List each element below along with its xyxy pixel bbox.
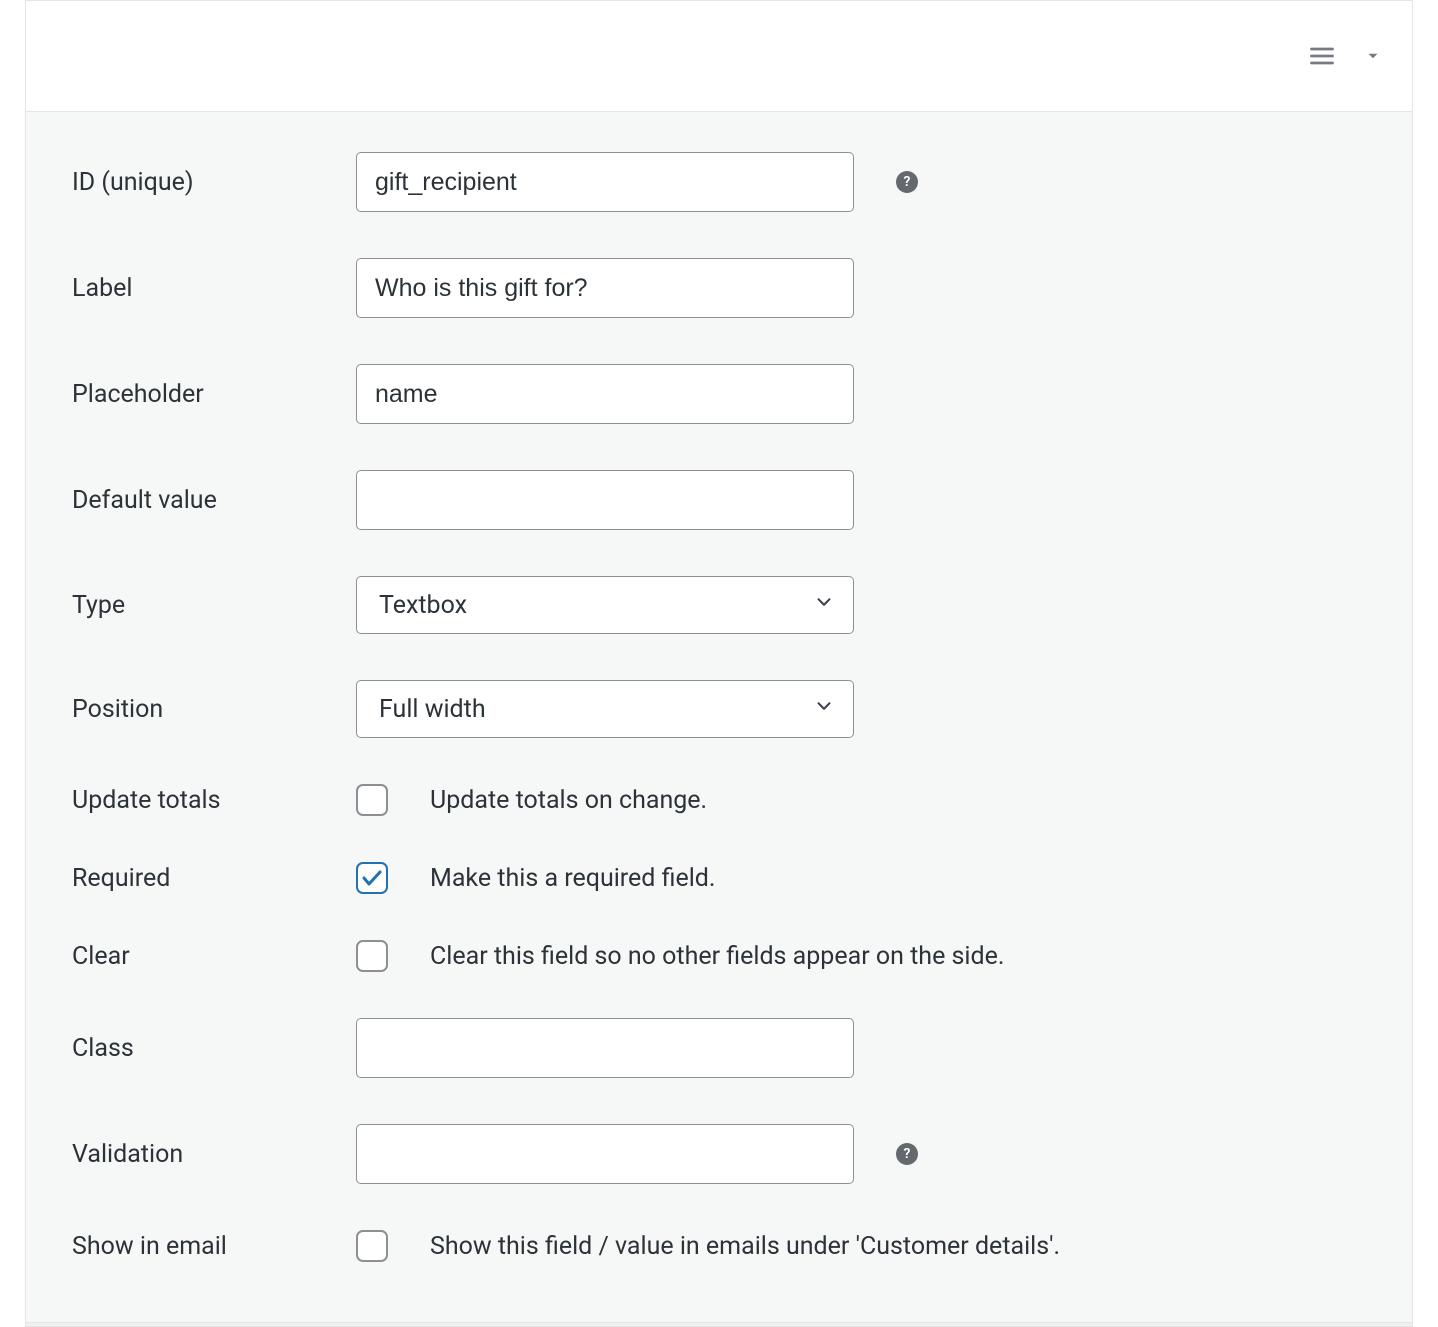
- help-icon[interactable]: ?: [896, 171, 918, 193]
- type-label: Type: [46, 591, 356, 620]
- type-select[interactable]: Textbox: [356, 576, 854, 634]
- panel-divider: [25, 1323, 1413, 1327]
- validation-input[interactable]: [356, 1124, 854, 1184]
- id-label: ID (unique): [46, 168, 356, 197]
- placeholder-input[interactable]: [356, 364, 854, 424]
- check-icon: [360, 866, 384, 890]
- update-totals-text: Update totals on change.: [430, 786, 707, 815]
- help-icon[interactable]: ?: [896, 1143, 918, 1165]
- id-input[interactable]: [356, 152, 854, 212]
- menu-icon[interactable]: [1308, 42, 1336, 70]
- type-select-value: Textbox: [379, 591, 467, 620]
- show-in-email-text: Show this field / value in emails under …: [430, 1232, 1060, 1261]
- default-value-label: Default value: [46, 486, 356, 515]
- class-label: Class: [46, 1034, 356, 1063]
- chevron-down-icon: [813, 591, 835, 620]
- show-in-email-label: Show in email: [46, 1232, 356, 1261]
- field-settings-panel: ID (unique) ? Label Placeholder De: [25, 0, 1413, 1323]
- panel-body: ID (unique) ? Label Placeholder De: [26, 112, 1412, 1322]
- update-totals-checkbox[interactable]: [356, 784, 388, 816]
- required-label: Required: [46, 864, 356, 893]
- placeholder-label: Placeholder: [46, 380, 356, 409]
- label-input[interactable]: [356, 258, 854, 318]
- position-select[interactable]: Full width: [356, 680, 854, 738]
- clear-text: Clear this field so no other fields appe…: [430, 942, 1004, 971]
- panel-header: [26, 1, 1412, 112]
- required-text: Make this a required field.: [430, 864, 716, 893]
- class-input[interactable]: [356, 1018, 854, 1078]
- default-value-input[interactable]: [356, 470, 854, 530]
- position-label: Position: [46, 695, 356, 724]
- show-in-email-checkbox[interactable]: [356, 1230, 388, 1262]
- collapse-toggle-icon[interactable]: [1364, 47, 1382, 65]
- required-checkbox[interactable]: [356, 862, 388, 894]
- clear-checkbox[interactable]: [356, 940, 388, 972]
- label-label: Label: [46, 274, 356, 303]
- clear-label: Clear: [46, 942, 356, 971]
- position-select-value: Full width: [379, 695, 486, 724]
- validation-label: Validation: [46, 1140, 356, 1169]
- update-totals-label: Update totals: [46, 786, 356, 815]
- chevron-down-icon: [813, 695, 835, 724]
